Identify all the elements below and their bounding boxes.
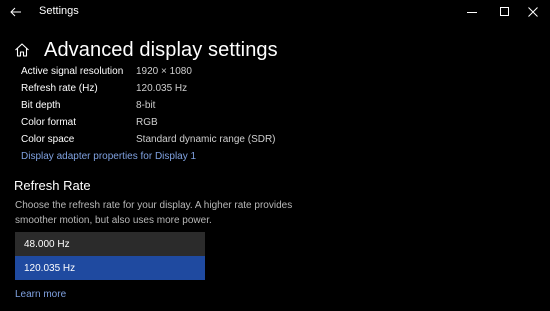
info-row-resolution: Active signal resolution 1920 × 1080 bbox=[21, 63, 276, 80]
title-bar: Settings bbox=[0, 0, 550, 24]
minimize-icon bbox=[467, 12, 477, 13]
page-header: Advanced display settings bbox=[14, 37, 278, 63]
info-label: Bit depth bbox=[21, 100, 61, 111]
display-info-table: Active signal resolution 1920 × 1080 Ref… bbox=[21, 63, 276, 148]
info-label: Refresh rate (Hz) bbox=[21, 83, 98, 94]
learn-more-link[interactable]: Learn more bbox=[15, 289, 66, 300]
info-row-color-space: Color space Standard dynamic range (SDR) bbox=[21, 131, 276, 148]
info-value: RGB bbox=[136, 117, 158, 128]
info-row-refresh-rate: Refresh rate (Hz) 120.035 Hz bbox=[21, 80, 276, 97]
refresh-rate-option-120hz[interactable]: 120.035 Hz bbox=[15, 256, 205, 280]
info-value: Standard dynamic range (SDR) bbox=[136, 134, 276, 145]
refresh-rate-option-48hz[interactable]: 48.000 Hz bbox=[15, 232, 205, 256]
page-title: Advanced display settings bbox=[44, 38, 278, 61]
maximize-icon bbox=[500, 7, 509, 16]
info-value: 8-bit bbox=[136, 100, 156, 111]
close-icon bbox=[528, 7, 538, 17]
info-label: Color format bbox=[21, 117, 77, 128]
info-value: 120.035 Hz bbox=[136, 83, 188, 94]
back-button[interactable] bbox=[6, 2, 26, 22]
refresh-rate-heading: Refresh Rate bbox=[14, 178, 91, 193]
info-label: Active signal resolution bbox=[21, 66, 124, 77]
info-label: Color space bbox=[21, 134, 75, 145]
refresh-rate-description: Choose the refresh rate for your display… bbox=[15, 200, 293, 226]
info-row-color-format: Color format RGB bbox=[21, 114, 276, 131]
close-button[interactable] bbox=[516, 0, 550, 24]
info-value: 1920 × 1080 bbox=[136, 66, 192, 77]
home-icon[interactable] bbox=[14, 42, 30, 58]
display-adapter-properties-link[interactable]: Display adapter properties for Display 1 bbox=[21, 151, 196, 162]
app-title: Settings bbox=[39, 5, 79, 17]
info-row-bit-depth: Bit depth 8-bit bbox=[21, 97, 276, 114]
refresh-rate-dropdown[interactable]: 48.000 Hz 120.035 Hz bbox=[15, 232, 205, 280]
minimize-button[interactable] bbox=[455, 0, 489, 24]
back-arrow-icon bbox=[10, 7, 21, 17]
